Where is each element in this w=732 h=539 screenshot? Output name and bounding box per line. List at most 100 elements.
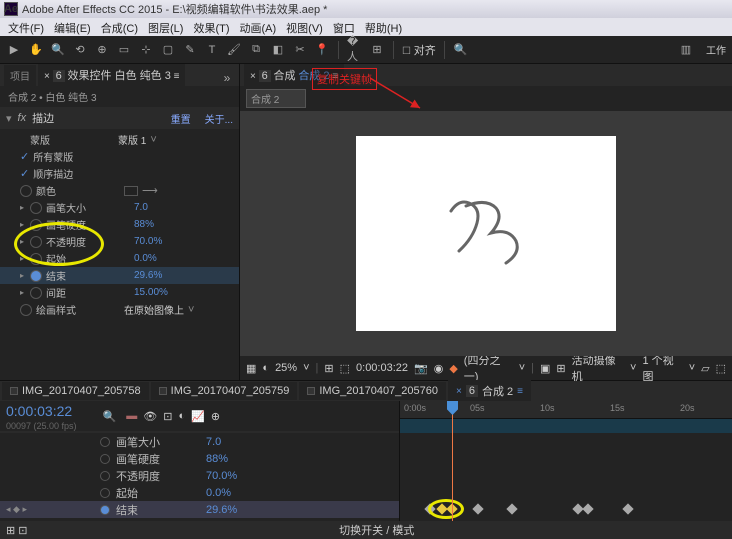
timeline-tab[interactable]: IMG_20170407_205758 <box>2 382 149 400</box>
keyframe[interactable] <box>622 503 633 514</box>
show-channel-icon[interactable]: ◉ <box>434 362 444 375</box>
grid-guides-icon[interactable]: ⊞ <box>556 362 565 375</box>
stopwatch-icon[interactable] <box>30 236 42 248</box>
menu-animation[interactable]: 动画(A) <box>236 18 281 36</box>
camera-tool-icon[interactable]: ▭ <box>116 42 132 58</box>
color-mgmt-icon[interactable]: ◆ <box>449 362 457 375</box>
menu-help[interactable]: 帮助(H) <box>361 18 406 36</box>
timecode-display[interactable]: 0:00:03:22 <box>356 362 408 374</box>
paint-style-dropdown[interactable]: 在原始图像上 <box>124 302 184 317</box>
stopwatch-icon[interactable] <box>20 185 32 197</box>
color-swatch[interactable] <box>124 186 138 196</box>
playhead[interactable] <box>452 401 453 433</box>
stopwatch-icon[interactable] <box>20 304 32 316</box>
stopwatch-icon[interactable] <box>100 505 110 515</box>
panel-overflow-icon[interactable]: » <box>219 70 235 86</box>
menu-effect[interactable]: 效果(T) <box>189 18 233 36</box>
puppet-tool-icon[interactable]: 📍 <box>314 42 330 58</box>
roi-icon[interactable]: ▣ <box>540 362 550 375</box>
spacing-value[interactable]: 15.00% <box>134 287 168 298</box>
timeline-tab[interactable]: IMG_20170407_205759 <box>151 382 298 400</box>
stopwatch-icon[interactable] <box>100 488 110 498</box>
keyframe[interactable] <box>506 503 517 514</box>
work-area-bar[interactable] <box>400 419 732 433</box>
pen-tool-icon[interactable]: ✎ <box>182 42 198 58</box>
stopwatch-icon[interactable] <box>100 437 110 447</box>
views-dropdown[interactable]: 1 个视图 <box>642 352 682 384</box>
stopwatch-icon[interactable] <box>30 287 42 299</box>
menu-file[interactable]: 文件(F) <box>4 18 48 36</box>
brush-tool-icon[interactable]: 🖌 <box>226 42 242 58</box>
timeline-graph[interactable] <box>400 433 732 521</box>
tab-project[interactable]: 项目 <box>4 65 36 86</box>
shy-icon[interactable]: 👁 <box>143 410 157 423</box>
end-value[interactable]: 29.6% <box>134 270 162 281</box>
exposure-icon[interactable]: ⬚ <box>716 362 726 375</box>
rotate-tool-icon[interactable]: ⊕ <box>94 42 110 58</box>
clone-tool-icon[interactable]: ⧉ <box>248 42 264 58</box>
menu-view[interactable]: 视图(V) <box>282 18 327 36</box>
channel-icon[interactable]: ⬚ <box>340 362 350 375</box>
panel-menu-icon[interactable]: ▥ <box>678 42 694 58</box>
toggle-switches-label[interactable]: 切换开关 / 模式 <box>28 522 727 538</box>
mask-dropdown[interactable]: 蒙版 1 <box>118 132 146 147</box>
search-icon[interactable]: 🔍 <box>103 410 117 423</box>
annotation-label: 复制关键帧 <box>312 68 377 90</box>
frame-blend-icon[interactable]: ⊡ <box>163 410 172 423</box>
grid-icon[interactable]: ▦ <box>246 362 256 375</box>
effect-about[interactable]: 关于... <box>205 111 233 126</box>
zoom-value[interactable]: 25% <box>275 362 297 374</box>
keyframe[interactable] <box>582 503 593 514</box>
keyframe[interactable] <box>472 503 483 514</box>
stopwatch-icon[interactable] <box>30 202 42 214</box>
camera-dropdown[interactable]: 活动摄像机 <box>572 352 624 384</box>
current-time[interactable]: 0:00:03:22 <box>0 401 83 421</box>
eraser-tool-icon[interactable]: ◧ <box>270 42 286 58</box>
check-icon[interactable]: ✓ <box>20 167 29 180</box>
orbit-tool-icon[interactable]: ⟲ <box>72 42 88 58</box>
selection-tool-icon[interactable]: ▶ <box>6 42 22 58</box>
stopwatch-icon[interactable] <box>30 219 42 231</box>
effect-reset[interactable]: 重置 <box>171 111 191 126</box>
roto-tool-icon[interactable]: ✂ <box>292 42 308 58</box>
brush-size-value[interactable]: 7.0 <box>134 202 148 213</box>
fastpreview-icon[interactable]: ▱ <box>701 362 709 375</box>
menu-window[interactable]: 窗口 <box>329 18 359 36</box>
timeline-tab[interactable]: IMG_20170407_205760 <box>299 382 446 400</box>
stopwatch-icon[interactable] <box>30 253 42 265</box>
mask-toggle-icon[interactable]: ◐ <box>262 362 269 374</box>
composition-viewer[interactable] <box>240 111 732 356</box>
fullres-icon[interactable]: ⊞ <box>324 362 333 375</box>
check-icon[interactable]: ✓ <box>20 150 29 163</box>
hand-tool-icon[interactable]: ✋ <box>28 42 44 58</box>
menu-layer[interactable]: 图层(L) <box>144 18 187 36</box>
snap-tool-icon[interactable]: ⊞ <box>369 42 385 58</box>
stopwatch-icon[interactable] <box>30 270 42 282</box>
start-value[interactable]: 0.0% <box>134 253 157 264</box>
stopwatch-icon[interactable] <box>100 454 110 464</box>
stopwatch-icon[interactable] <box>100 471 110 481</box>
menu-comp[interactable]: 合成(C) <box>97 18 142 36</box>
tab-effect-controls[interactable]: × 6 效果控件 白色 纯色 3 ≡ <box>38 64 185 86</box>
menu-edit[interactable]: 编辑(E) <box>50 18 95 36</box>
brainstorm-icon[interactable]: ⊕ <box>211 410 220 423</box>
zoom-tool-icon[interactable]: 🔍 <box>50 42 66 58</box>
align-checkbox[interactable]: ☐ 对齐 <box>402 42 436 58</box>
text-tool-icon[interactable]: T <box>204 42 220 58</box>
workspace-label[interactable]: 工作 <box>706 42 726 57</box>
motion-blur-icon[interactable]: ◐ <box>178 410 185 423</box>
axis-tool-icon[interactable]: �人 <box>347 42 363 58</box>
snapshot-icon[interactable]: 📷 <box>414 362 428 375</box>
keyframe[interactable] <box>424 503 435 514</box>
anchor-tool-icon[interactable]: ⊹ <box>138 42 154 58</box>
search-icon[interactable]: 🔍 <box>453 42 469 58</box>
toggle-switches-icon[interactable]: ⊞ ⊡ <box>6 524 28 537</box>
opacity-value[interactable]: 70.0% <box>134 236 162 247</box>
graph-icon[interactable]: 📈 <box>191 410 205 423</box>
comp-mini-icon[interactable]: ▬ <box>126 410 137 423</box>
brush-hardness-value[interactable]: 88% <box>134 219 154 230</box>
timeline-tab-active[interactable]: × 6 合成 2 ≡ <box>448 380 531 402</box>
fx-toggle[interactable]: fx <box>18 112 27 124</box>
shape-tool-icon[interactable]: ▢ <box>160 42 176 58</box>
keyframe-nav[interactable]: ◂ ◆ ▸ <box>6 504 27 515</box>
